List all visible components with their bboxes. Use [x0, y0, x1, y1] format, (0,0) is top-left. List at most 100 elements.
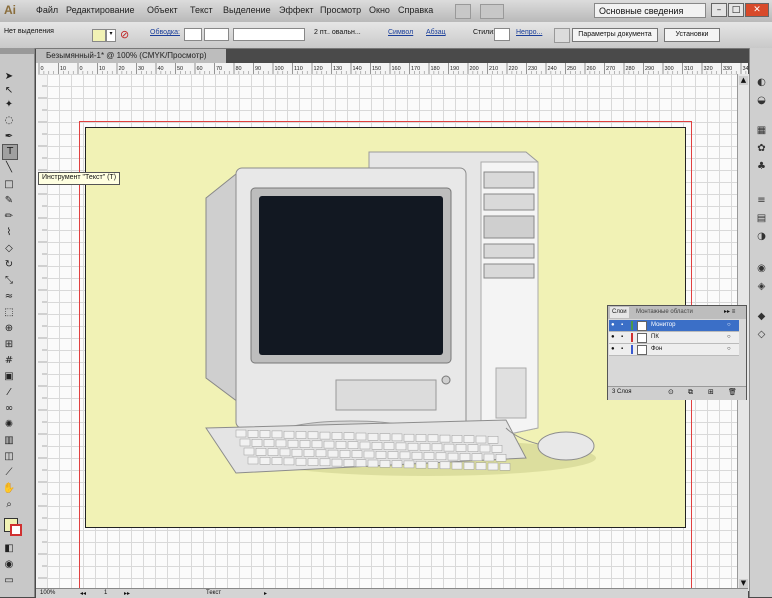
arrange-documents-icon[interactable]	[480, 4, 504, 19]
menu-text[interactable]: Текст	[190, 5, 213, 15]
rotate-tool-icon[interactable]: ↻	[2, 258, 16, 272]
selection-tool-icon[interactable]: ➤	[2, 70, 16, 84]
variable-width-dropdown[interactable]	[233, 28, 305, 41]
lock-toggle-icon[interactable]: ▪	[621, 344, 623, 355]
layer-target-icon[interactable]: ○	[727, 320, 731, 331]
minimize-icon[interactable]: –	[711, 3, 727, 17]
preferences-button[interactable]: Установки	[664, 28, 720, 42]
tab-artboards[interactable]: Монтажные области	[634, 307, 695, 318]
type-tool-icon[interactable]: T	[2, 144, 18, 160]
menu-view[interactable]: Просмотр	[320, 5, 361, 15]
stroke-color-swatch[interactable]	[10, 524, 22, 536]
delete-layer-icon[interactable]: 🗑	[728, 388, 737, 396]
document-tab[interactable]: Безымянный-1* @ 100% (CMYK/Просмотр)	[36, 49, 226, 63]
artboard-number[interactable]: 1	[104, 590, 107, 596]
scroll-down-icon[interactable]: ▼	[739, 579, 748, 588]
zoom-tool-icon[interactable]: ⌕	[2, 498, 16, 512]
symbol-link[interactable]: Символ	[388, 29, 413, 36]
mesh-tool-icon[interactable]: #	[2, 354, 16, 368]
visibility-eye-icon[interactable]: ●	[611, 320, 615, 331]
layer-target-icon[interactable]: ○	[727, 332, 731, 343]
paintbrush-tool-icon[interactable]: ✎	[2, 194, 16, 208]
fill-dropdown[interactable]: ▾	[106, 29, 116, 42]
transparency-panel-icon[interactable]: ◑	[755, 230, 768, 243]
document-setup-button[interactable]: Параметры документа	[572, 28, 658, 42]
perspective-grid-tool-icon[interactable]: ⊞	[2, 338, 16, 352]
symbol-sprayer-tool-icon[interactable]: ✺	[2, 418, 16, 432]
paragraph-link[interactable]: Абзац	[426, 29, 446, 36]
blend-tool-icon[interactable]: ∞	[2, 402, 16, 416]
lock-toggle-icon[interactable]: ▪	[621, 320, 623, 331]
lasso-tool-icon[interactable]: ◌	[2, 114, 16, 128]
menu-object[interactable]: Объект	[147, 5, 178, 15]
fill-swatch[interactable]	[92, 29, 106, 42]
artboard-tool-icon[interactable]: ◫	[2, 450, 16, 464]
maximize-icon[interactable]: □	[728, 3, 744, 17]
magic-wand-tool-icon[interactable]: ✦	[2, 98, 16, 112]
column-graph-tool-icon[interactable]: ▥	[2, 434, 16, 448]
slice-tool-icon[interactable]: ⟋	[2, 466, 16, 480]
layer-row[interactable]: ● ▪ ПК ○	[609, 332, 739, 344]
rectangle-tool-icon[interactable]: □	[2, 178, 16, 192]
pencil-tool-icon[interactable]: ✏	[2, 210, 16, 224]
gradient-panel-icon[interactable]: ▤	[755, 212, 768, 225]
lock-toggle-icon[interactable]: ▪	[621, 332, 623, 343]
brush-definition[interactable]: 2 пт.. овальн...	[314, 29, 361, 36]
screen-mode-icon[interactable]: ▭	[2, 574, 16, 588]
brushes-panel-icon[interactable]: ✿	[755, 142, 768, 155]
opacity-link[interactable]: Непро...	[516, 29, 542, 36]
close-icon[interactable]: ✕	[745, 3, 769, 17]
artboards-panel-icon[interactable]: ◇	[755, 328, 768, 341]
symbols-panel-icon[interactable]: ♣	[755, 160, 768, 173]
panel-menu-icon[interactable]: ▸▸ ≡	[722, 307, 737, 318]
direct-selection-tool-icon[interactable]: ↖	[2, 84, 16, 98]
computer-illustration[interactable]	[86, 128, 685, 527]
style-swatch[interactable]	[494, 28, 510, 41]
menu-select[interactable]: Выделение	[223, 5, 271, 15]
layer-row[interactable]: ● ▪ Монитор ○	[609, 320, 739, 332]
new-layer-icon[interactable]: ⊞	[708, 388, 714, 396]
tab-layers[interactable]: Слои	[610, 307, 629, 318]
stroke-weight-dropdown[interactable]	[204, 28, 229, 41]
locate-object-icon[interactable]: ⊙	[668, 388, 674, 396]
toolbox-grip[interactable]	[0, 48, 34, 54]
free-transform-tool-icon[interactable]: ⬚	[2, 306, 16, 320]
eyedropper-tool-icon[interactable]: ⁄	[2, 386, 16, 400]
first-artboard-icon[interactable]: ◂◂	[80, 590, 86, 597]
pen-tool-icon[interactable]: ✒	[2, 130, 16, 144]
warp-tool-icon[interactable]: ≈	[2, 290, 16, 304]
color-panel-icon[interactable]: ◐	[755, 76, 768, 89]
visibility-eye-icon[interactable]: ●	[611, 344, 615, 355]
bridge-icon[interactable]	[455, 4, 471, 19]
scroll-up-icon[interactable]: ▲	[739, 76, 748, 85]
appearance-panel-icon[interactable]: ◉	[755, 262, 768, 275]
swatches-panel-icon[interactable]: ▦	[755, 124, 768, 137]
gradient-tool-icon[interactable]: ▣	[2, 370, 16, 384]
shape-builder-tool-icon[interactable]: ⊕	[2, 322, 16, 336]
layer-target-icon[interactable]: ○	[727, 344, 731, 355]
menu-help[interactable]: Справка	[398, 5, 433, 15]
zoom-level[interactable]: 100%	[40, 590, 55, 596]
color-guide-icon[interactable]: ◒	[755, 94, 768, 107]
make-clipping-mask-icon[interactable]: ⧉	[688, 388, 693, 397]
stroke-weight-field[interactable]	[184, 28, 202, 41]
hand-tool-icon[interactable]: ✋	[2, 482, 16, 496]
eraser-tool-icon[interactable]: ◇	[2, 242, 16, 256]
scale-tool-icon[interactable]: ⤡	[2, 274, 16, 288]
layer-row[interactable]: ● ▪ Фон ○	[609, 344, 739, 356]
layers-panel-icon[interactable]: ◆	[755, 310, 768, 323]
stroke-swatch-icon[interactable]: ⊘	[120, 28, 132, 42]
blob-brush-tool-icon[interactable]: ⌇	[2, 226, 16, 240]
menu-window[interactable]: Окно	[369, 5, 390, 15]
menu-edit[interactable]: Редактирование	[66, 5, 135, 15]
menu-file[interactable]: Файл	[36, 5, 58, 15]
align-icon[interactable]	[554, 28, 570, 43]
workspace-switcher[interactable]: Основные сведения	[594, 3, 706, 18]
draw-mode-icon[interactable]: ◉	[2, 558, 16, 572]
stroke-panel-icon[interactable]: ≡	[755, 194, 768, 207]
artboard[interactable]	[85, 127, 686, 528]
status-arrow-icon[interactable]: ▸	[264, 590, 267, 597]
line-tool-icon[interactable]: ╲	[2, 161, 16, 175]
next-artboard-icon[interactable]: ▸▸	[124, 590, 130, 597]
stroke-link[interactable]: Обводка:	[150, 29, 180, 36]
